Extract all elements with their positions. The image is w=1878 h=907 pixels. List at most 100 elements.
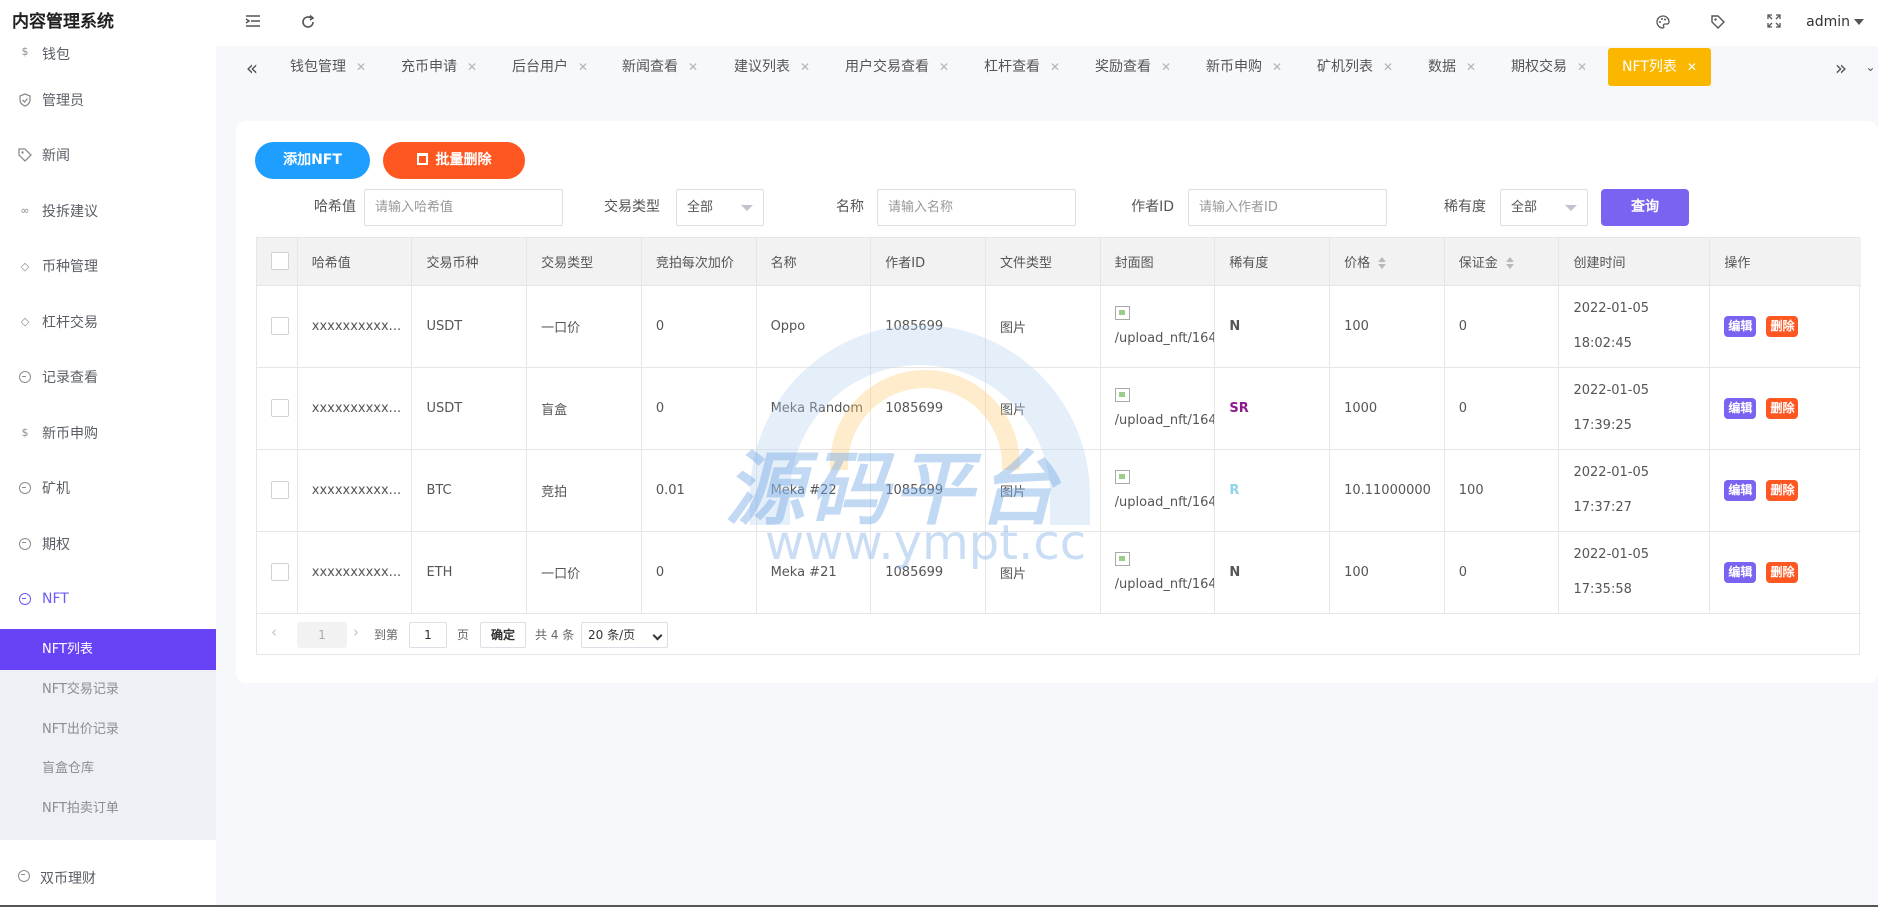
circle-icon [18,869,30,886]
current-page[interactable]: 1 [297,621,347,648]
tab-backend-users[interactable]: 后台用户 ✕ [512,48,588,86]
palette-icon[interactable] [1654,14,1672,32]
circle-icon [18,592,32,606]
tab-rewards[interactable]: 奖励查看 ✕ [1095,48,1171,86]
close-icon[interactable]: ✕ [1466,60,1476,74]
close-icon[interactable]: ✕ [467,60,477,74]
tabs-next-icon[interactable]: » [1826,56,1856,80]
tab-options[interactable]: 期权交易 ✕ [1511,48,1587,86]
sidebar-item-admin[interactable]: 管理员 [0,72,216,128]
tabs-dropdown-icon[interactable]: ⌄ [1863,60,1878,74]
tag-icon[interactable] [1709,14,1727,32]
deposit-header[interactable]: 保证金 [1444,238,1560,286]
row-checkbox[interactable] [271,563,289,581]
row-checkbox[interactable] [271,317,289,335]
tab-data[interactable]: 数据 ✕ [1428,48,1476,86]
row-checkbox[interactable] [271,399,289,417]
add-nft-button[interactable]: 添加NFT [255,142,370,179]
hash-input[interactable]: 请输入哈希值 [364,189,563,226]
batch-delete-button[interactable]: 批量删除 [383,142,525,179]
prev-page-icon[interactable]: ‹ [271,623,277,641]
sidebar-item-leverage[interactable]: ◇ 杠杆交易 [0,294,216,350]
file-type-cell: 图片 [985,531,1101,614]
close-icon[interactable]: ✕ [1161,60,1171,74]
delete-button[interactable]: 删除 [1766,479,1799,501]
close-icon[interactable]: ✕ [1383,60,1393,74]
created-cell: 2022-01-05 17:39:25 [1558,367,1711,450]
submenu-item-nft-trades[interactable]: NFT交易记录 [0,670,216,710]
refresh-icon[interactable] [299,14,317,32]
tab-leverage[interactable]: 杠杆查看 ✕ [984,48,1060,86]
close-icon[interactable]: ✕ [688,60,698,74]
goto-confirm-button[interactable]: 确定 [480,621,526,648]
tab-nft-list[interactable]: NFT列表 ✕ [1608,48,1711,86]
sidebar-item-wallet[interactable]: $ 钱包 [0,44,216,72]
next-page-icon[interactable]: › [353,623,359,641]
close-icon[interactable]: ✕ [1687,60,1697,74]
user-menu[interactable]: admin [1806,14,1864,30]
price-header[interactable]: 价格 [1329,238,1445,286]
tab-deposit[interactable]: 充币申请 ✕ [401,48,477,86]
sidebar-item-miner[interactable]: 矿机 [0,461,216,517]
close-icon[interactable]: ✕ [800,60,810,74]
tab-news[interactable]: 新闻查看 ✕ [622,48,698,86]
hash-label: 哈希值 [314,199,356,215]
submenu-item-nft-auctions[interactable]: NFT拍卖订单 [0,789,216,829]
pagination: ‹ 1 › 到第 1 页 确定 共 4 条 20 条/页 [257,614,1859,654]
edit-button[interactable]: 编辑 [1724,561,1757,583]
edit-button[interactable]: 编辑 [1724,315,1757,337]
sidebar-item-nft[interactable]: NFT [0,572,216,628]
query-button[interactable]: 查询 [1601,189,1689,226]
close-icon[interactable]: ✕ [1050,60,1060,74]
tab-miners[interactable]: 矿机列表 ✕ [1317,48,1393,86]
close-icon[interactable]: ✕ [578,60,588,74]
sidebar-item-news[interactable]: 新闻 [0,128,216,184]
sidebar-item-dual-currency[interactable]: 双币理财 [0,855,216,900]
rarity-select[interactable]: 全部 [1500,189,1588,226]
deposit-cell: 0 [1444,367,1560,450]
sort-icon[interactable] [1505,257,1514,270]
tab-user-trades[interactable]: 用户交易查看 ✕ [845,48,949,86]
author-id-input[interactable]: 请输入作者ID [1188,189,1387,226]
tab-suggestions[interactable]: 建议列表 ✕ [734,48,810,86]
trade-type-select[interactable]: 全部 [676,189,764,226]
created-time: 17:35:58 [1573,582,1632,597]
type-cell: 盲盒 [526,367,642,450]
column-header: 交易币种 [411,238,528,286]
delete-button[interactable]: 删除 [1766,315,1799,337]
select-all-checkbox[interactable] [271,252,289,271]
name-label: 名称 [836,199,864,215]
edit-button[interactable]: 编辑 [1724,479,1757,501]
delete-button[interactable]: 删除 [1766,561,1799,583]
row-checkbox[interactable] [271,481,289,499]
hash-cell: xxxxxxxxxx... [297,285,413,368]
file-type-cell: 图片 [985,449,1101,532]
name-input[interactable]: 请输入名称 [877,189,1076,226]
close-icon[interactable]: ✕ [356,60,366,74]
menu-collapse-icon[interactable] [244,14,262,32]
delete-button[interactable]: 删除 [1766,397,1799,419]
sidebar-item-suggestions[interactable]: ∞ 投拆建议 [0,183,216,239]
submenu-item-nft-bids[interactable]: NFT出价记录 [0,710,216,750]
edit-button[interactable]: 编辑 [1724,397,1757,419]
goto-page-input[interactable]: 1 [409,621,447,648]
rarity-cell: N [1214,531,1331,614]
chevron-down-icon [1565,205,1577,211]
fullscreen-icon[interactable] [1765,14,1783,32]
submenu-item-blindbox[interactable]: 盲盒仓库 [0,749,216,789]
close-icon[interactable]: ✕ [1577,60,1587,74]
close-icon[interactable]: ✕ [1272,60,1282,74]
tab-wallet[interactable]: 钱包管理 ✕ [290,48,366,86]
close-icon[interactable]: ✕ [939,60,949,74]
submenu-item-nft-list[interactable]: NFT列表 [0,629,216,670]
tab-new-coin[interactable]: 新币申购 ✕ [1206,48,1282,86]
sort-icon[interactable] [1378,257,1387,270]
page-size-select[interactable]: 20 条/页 [581,621,668,648]
tabs-prev-icon[interactable]: « [237,56,267,80]
sidebar-item-options[interactable]: 期权 [0,516,216,572]
broken-image-icon [1114,470,1130,484]
sidebar-item-records[interactable]: 记录查看 [0,350,216,406]
sidebar-item-currency[interactable]: ◇ 币种管理 [0,239,216,295]
sidebar-item-label: 双币理财 [40,870,96,887]
sidebar-item-new-coin[interactable]: $ 新币申购 [0,405,216,461]
